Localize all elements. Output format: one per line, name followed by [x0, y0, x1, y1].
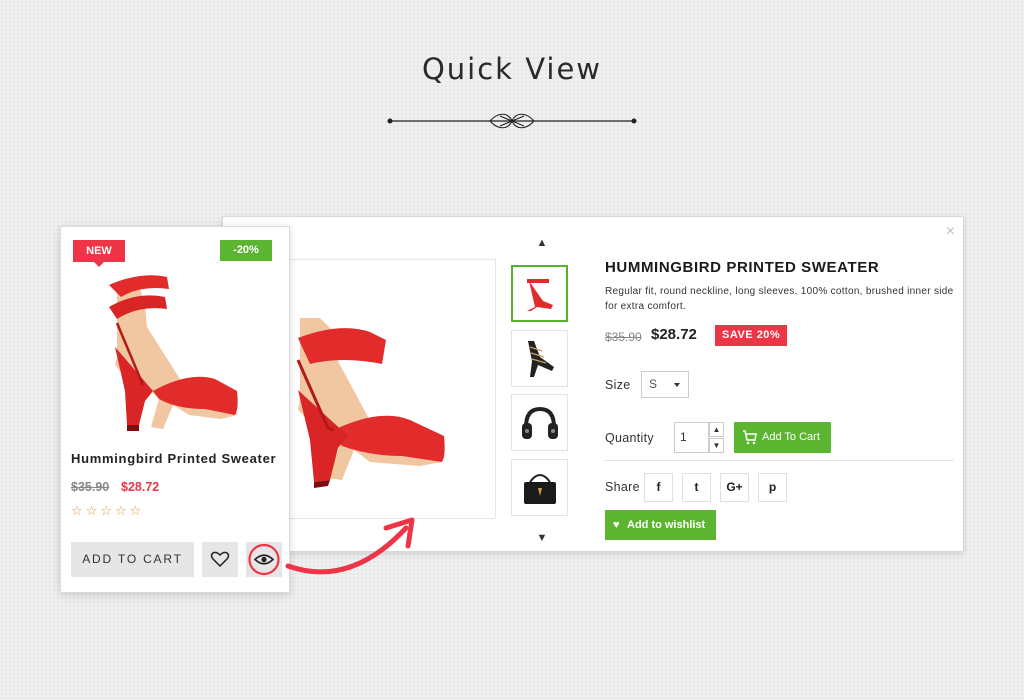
product-title: HUMMINGBIRD PRINTED SWEATER: [605, 259, 880, 276]
thumbnail-red-sandal[interactable]: [511, 265, 568, 322]
add-to-wishlist-label: Add to wishlist: [627, 519, 706, 531]
regular-price: $35.90: [605, 330, 642, 344]
thumbnail-black-heel[interactable]: [511, 330, 568, 387]
heart-icon: ♥: [613, 519, 620, 531]
discount-badge: -20%: [220, 240, 272, 261]
card-title[interactable]: Hummingbird Printed Sweater: [71, 451, 276, 466]
card-wishlist-button[interactable]: [202, 542, 238, 577]
ornament-divider: [387, 113, 637, 129]
product-description: Regular fit, round neckline, long sleeve…: [605, 286, 954, 312]
facebook-share-button[interactable]: f: [644, 473, 673, 502]
pinterest-icon: p: [768, 480, 777, 494]
product-card: NEW -20% Hummingbird Printed Sweater $35…: [60, 226, 290, 593]
google-plus-icon: G+: [726, 480, 743, 494]
quantity-increment-button[interactable]: ▲: [709, 422, 724, 437]
page-heading: Quick View: [421, 52, 603, 86]
quantity-input[interactable]: 1: [674, 422, 709, 453]
thumbnails-up-arrow[interactable]: ▲: [534, 235, 550, 251]
eye-icon: [248, 543, 280, 576]
card-quick-view-button[interactable]: [246, 542, 282, 577]
thumbnail-headphones[interactable]: [511, 394, 568, 451]
chevron-down-icon: [674, 383, 680, 387]
new-badge: NEW: [73, 240, 125, 267]
quick-view-modal: × ▲ ▼ HUMMINGBIRD PRINTED SWEATER Regula…: [222, 216, 964, 552]
card-sale-price: $28.72: [121, 480, 160, 494]
divider: [605, 460, 954, 461]
google-plus-share-button[interactable]: G+: [720, 473, 749, 502]
heart-outline-icon: [210, 551, 230, 568]
sale-price: $28.72: [651, 326, 697, 343]
add-to-cart-button[interactable]: Add To Cart: [734, 422, 831, 453]
quantity-label: Quantity: [605, 431, 654, 445]
size-select[interactable]: S: [641, 371, 689, 398]
card-add-to-cart-button[interactable]: ADD TO CART: [71, 542, 194, 577]
add-to-wishlist-button[interactable]: ♥ Add to wishlist: [605, 510, 716, 540]
twitter-share-button[interactable]: t: [682, 473, 711, 502]
cart-icon: [743, 430, 757, 445]
main-product-image: [269, 259, 496, 519]
quantity-decrement-button[interactable]: ▼: [709, 438, 724, 453]
twitter-icon: t: [694, 480, 699, 494]
facebook-icon: f: [656, 480, 661, 494]
thumbnail-handbag[interactable]: [511, 459, 568, 516]
save-badge: SAVE 20%: [715, 325, 788, 346]
pinterest-share-button[interactable]: p: [758, 473, 787, 502]
close-icon[interactable]: ×: [946, 223, 955, 241]
card-regular-price: $35.90: [71, 480, 110, 494]
star-rating: ☆☆☆☆☆: [71, 503, 145, 518]
add-to-cart-label: Add To Cart: [762, 431, 820, 443]
size-label: Size: [605, 378, 631, 392]
thumbnails-down-arrow[interactable]: ▼: [534, 530, 550, 546]
product-image[interactable]: [81, 267, 261, 442]
curved-arrow-icon: [285, 517, 415, 575]
size-value: S: [649, 377, 658, 391]
share-label: Share: [605, 480, 640, 494]
